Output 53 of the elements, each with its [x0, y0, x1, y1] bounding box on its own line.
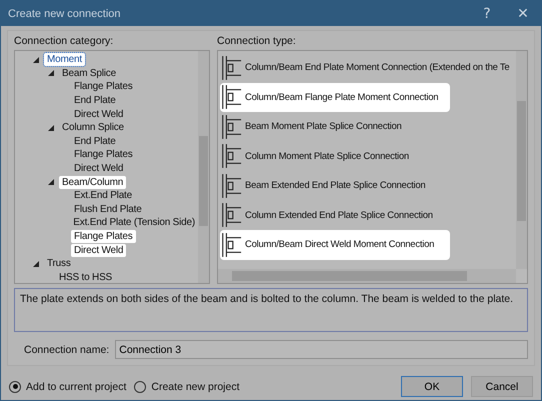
- steel-connection-icon: [220, 172, 242, 199]
- tree-item[interactable]: HSS to HSS: [56, 270, 116, 283]
- expand-arrow-icon[interactable]: [33, 260, 39, 267]
- tree-item[interactable]: Flange Plates: [71, 230, 136, 244]
- steel-connection-icon: [220, 84, 242, 110]
- tree-item[interactable]: Direct Weld: [71, 244, 126, 257]
- steel-connection-icon: [220, 232, 242, 258]
- tree-item[interactable]: Beam/Column: [59, 176, 126, 189]
- tree-item[interactable]: Flush End Plate: [71, 202, 145, 216]
- category-label: Connection category:: [14, 35, 114, 47]
- tree-item[interactable]: Column Splice: [59, 121, 127, 134]
- tree-item[interactable]: Direct Weld: [71, 108, 126, 121]
- expand-arrow-icon[interactable]: [33, 56, 39, 63]
- connection-type-item[interactable]: Column/Beam Flange Plate Moment Connection: [220, 82, 450, 112]
- connection-type-item[interactable]: Column/Beam Direct Weld Moment Connection: [220, 230, 450, 260]
- description-text: The plate extends on both sides of the beam and is bolted to the column. The beam is welded to the plate.: [14, 288, 528, 332]
- connection-type-item[interactable]: Beam Extended End Plate Splice Connection: [220, 171, 450, 200]
- tree-item[interactable]: Moment: [44, 53, 85, 66]
- connection-name-field[interactable]: Connection 3: [115, 340, 528, 359]
- steel-connection-icon: [220, 114, 242, 140]
- scrollbar[interactable]: [218, 269, 516, 283]
- tree-item[interactable]: Truss: [44, 257, 74, 270]
- connection-name-label: Connection name:: [24, 344, 110, 356]
- steel-connection-icon: [220, 54, 242, 81]
- cancel-button[interactable]: Cancel: [471, 376, 533, 397]
- option-label[interactable]: Create new project: [151, 380, 240, 392]
- close-button[interactable]: ✕: [505, 1, 541, 26]
- tree-item[interactable]: Flange Plates: [71, 80, 136, 94]
- tree-item[interactable]: Ext.End Plate: [71, 189, 135, 202]
- radio-button[interactable]: [9, 380, 21, 392]
- type-label: Connection type:: [217, 35, 297, 47]
- tree-item[interactable]: Ext.End Plate (Tension Side): [70, 216, 198, 230]
- scrollbar[interactable]: [516, 51, 527, 269]
- connection-type-item[interactable]: Column Extended End Plate Splice Connection: [220, 200, 450, 230]
- steel-connection-icon: [220, 202, 242, 228]
- ok-button[interactable]: OK: [401, 376, 463, 397]
- option-label[interactable]: Add to current project: [26, 380, 126, 392]
- tree-item[interactable]: Direct Weld: [71, 162, 126, 176]
- expand-arrow-icon[interactable]: [48, 179, 54, 186]
- connection-type-item[interactable]: Beam Moment Plate Splice Connection: [220, 112, 450, 142]
- window-title: Create new connection: [8, 8, 122, 20]
- help-button[interactable]: ?: [469, 1, 505, 26]
- connection-type-item[interactable]: Column/Beam End Plate Moment Connection (Extended on the Te: [220, 53, 510, 82]
- tree-item[interactable]: End Plate: [71, 134, 119, 148]
- tree-item[interactable]: Flange Plates: [71, 148, 136, 162]
- steel-connection-icon: [220, 143, 242, 170]
- tree-item[interactable]: End Plate: [71, 94, 119, 108]
- expand-arrow-icon[interactable]: [48, 124, 54, 131]
- radio-button[interactable]: [134, 380, 146, 392]
- tree-item[interactable]: Beam Splice: [59, 66, 119, 80]
- expand-arrow-icon[interactable]: [48, 70, 54, 76]
- connection-type-item[interactable]: Column Moment Plate Splice Connection: [220, 142, 450, 171]
- scrollbar[interactable]: [198, 51, 209, 283]
